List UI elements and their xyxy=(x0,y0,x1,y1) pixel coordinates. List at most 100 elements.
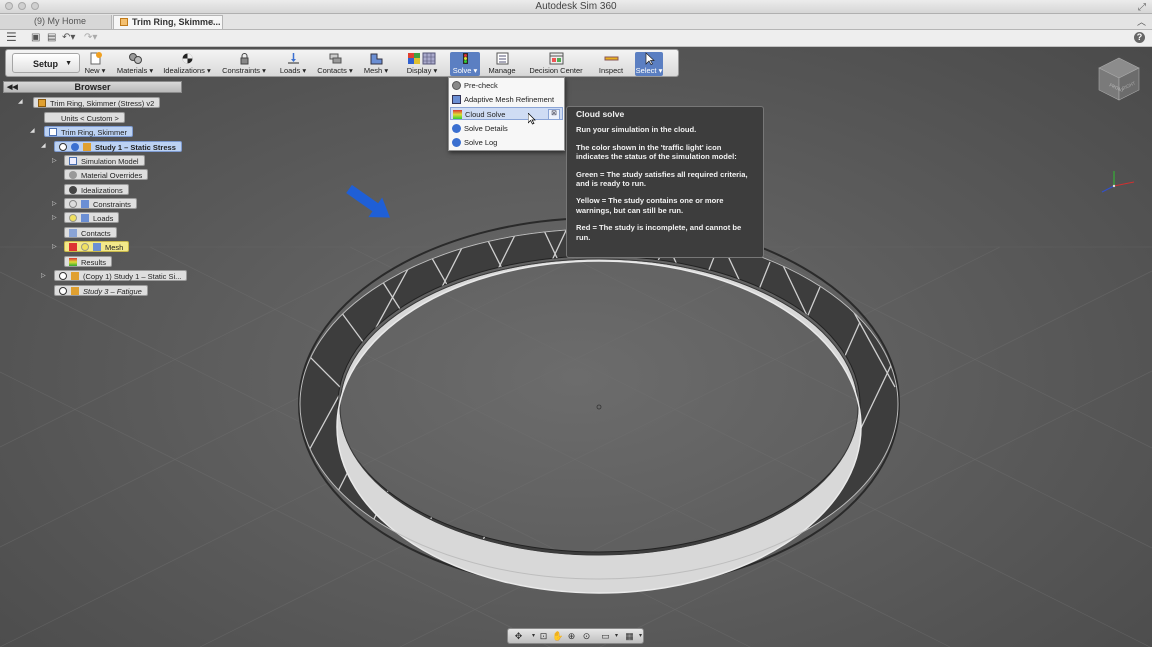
tree-node-material-overrides[interactable]: Material Overrides xyxy=(64,169,149,180)
results-icon xyxy=(69,258,77,266)
loads-button[interactable]: Loads ▾ xyxy=(277,52,309,76)
redo-icon[interactable]: ↷▾ xyxy=(84,32,97,44)
tree-node-loads[interactable]: Loads xyxy=(64,212,120,223)
tab-my-home[interactable]: (9) My Home xyxy=(0,15,112,29)
tree-node-mesh[interactable]: Mesh xyxy=(64,241,130,252)
idealizations-icon xyxy=(69,186,77,194)
decision-center-icon xyxy=(549,52,563,65)
materials-button[interactable]: Materials ▾ xyxy=(114,52,156,76)
inspect-button[interactable]: Inspect xyxy=(595,52,627,76)
tooltip-line: The color shown in the 'traffic light' i… xyxy=(576,142,737,162)
tree-node-constraints[interactable]: Constraints xyxy=(64,198,137,209)
tree-node-study-1[interactable]: Study 1 – Static Stress xyxy=(54,141,182,152)
tree-node-units[interactable]: Units < Custom > xyxy=(44,112,125,123)
save-as-icon[interactable]: ▤ xyxy=(47,32,56,44)
annotation-arrow xyxy=(346,184,391,218)
warning-icon xyxy=(69,243,77,251)
tree-node-study-copy[interactable]: (Copy 1) Study 1 – Static Si... xyxy=(54,270,188,281)
mesh-button[interactable]: Mesh ▾ xyxy=(362,52,390,76)
grid-settings-icon[interactable]: ▦ xyxy=(624,631,635,641)
tree-node-results[interactable]: Results xyxy=(64,256,113,267)
display-button[interactable]: Display ▾ xyxy=(400,52,444,76)
lock-icon xyxy=(240,53,248,65)
status-bulb-icon xyxy=(81,243,89,251)
tree-node-idealizations[interactable]: Idealizations xyxy=(64,184,129,195)
menu-item-adaptive-mesh[interactable]: Adaptive Mesh Refinement xyxy=(450,93,563,106)
expand-toggle-icon[interactable]: ▷ xyxy=(52,200,57,207)
quick-access-toolbar: ☰ ▣ ▤ ↶▾ ↷▾ ? xyxy=(0,30,1152,47)
window-minimize-button[interactable] xyxy=(18,2,26,10)
fullscreen-icon[interactable]: ⤢ xyxy=(1138,1,1146,14)
tree-node-simulation-model[interactable]: Simulation Model xyxy=(64,155,145,166)
tree-node-contacts[interactable]: Contacts xyxy=(64,227,117,238)
expand-toggle-icon[interactable]: ▷ xyxy=(41,272,46,279)
window-close-button[interactable] xyxy=(5,2,13,10)
environment-mode-dropdown[interactable]: Setup ▼ xyxy=(12,53,80,73)
tree-node-design[interactable]: Trim Ring, Skimmer (Stress) v2 xyxy=(33,97,161,108)
expand-toggle-icon[interactable]: ▷ xyxy=(52,243,57,250)
navigation-bar: ✥ ▾ ⊡ ✋ ⊕ ⊙ ▭ ▾ ▦ ▾ xyxy=(507,628,644,644)
menu-item-solve-log[interactable]: Solve Log xyxy=(450,136,563,149)
display-settings-icon[interactable]: ▭ xyxy=(600,631,611,641)
chevron-down-icon[interactable]: ▾ xyxy=(611,631,622,641)
expand-toggle-icon[interactable]: ▷ xyxy=(52,157,57,164)
tree-node-study-3[interactable]: Study 3 – Fatigue xyxy=(54,285,148,296)
tooltip-line: Run your simulation in the cloud. xyxy=(576,125,697,135)
window-zoom-button[interactable] xyxy=(31,2,39,10)
pin-to-ribbon-icon[interactable]: ⊠ xyxy=(548,109,560,120)
traffic-light-icon xyxy=(453,110,462,119)
loads-icon xyxy=(287,53,299,64)
save-icon[interactable]: ▣ xyxy=(31,32,40,44)
fatigue-icon xyxy=(71,287,79,295)
radio-icon xyxy=(59,287,67,295)
menu-item-solve-details[interactable]: Solve Details xyxy=(450,122,563,135)
tab-trim-ring[interactable]: Trim Ring, Skimme... × xyxy=(113,15,223,29)
tab-label: Trim Ring, Skimme... xyxy=(132,17,221,27)
look-at-icon[interactable]: ⊡ xyxy=(538,631,549,641)
decision-center-button[interactable]: Decision Center xyxy=(528,52,584,76)
pan-hand-icon[interactable]: ✋ xyxy=(552,631,563,641)
tab-close-icon[interactable]: × xyxy=(209,16,214,29)
window-title-bar: Autodesk Sim 360 ⤢ xyxy=(0,0,1152,14)
status-bulb-icon xyxy=(69,200,77,208)
browser-title: Browser xyxy=(74,82,111,92)
status-bulb-icon xyxy=(69,214,77,222)
new-button[interactable]: New ▾ xyxy=(81,52,109,76)
tree-node-model[interactable]: Trim Ring, Skimmer xyxy=(44,126,133,137)
zoom-window-icon[interactable]: ⊙ xyxy=(581,631,592,641)
contacts-button[interactable]: Contacts ▾ xyxy=(315,52,355,76)
ribbon-toolbar: Setup ▼ New ▾ Materials ▾ Idealizations … xyxy=(5,49,679,77)
solve-button[interactable]: Solve ▾ xyxy=(450,52,480,76)
tooltip-line: Green = The study satisfies all required… xyxy=(576,169,748,189)
materials-icon xyxy=(128,53,142,64)
orbit-icon[interactable]: ✥ xyxy=(513,631,524,641)
trim-ring-model xyxy=(298,217,900,594)
solve-dropdown-menu: Pre-check Adaptive Mesh Refinement Cloud… xyxy=(448,77,565,151)
help-icon[interactable]: ? xyxy=(1134,32,1145,43)
application-menu-icon[interactable]: ☰ xyxy=(6,31,17,43)
materials-icon xyxy=(69,171,77,179)
menu-item-pre-check[interactable]: Pre-check xyxy=(450,79,563,92)
zoom-icon[interactable]: ⊕ xyxy=(566,631,577,641)
menu-item-cloud-solve[interactable]: Cloud Solve ⊠ xyxy=(450,107,563,120)
chevron-down-icon: ▼ xyxy=(65,60,72,67)
idealizations-icon xyxy=(182,53,192,64)
expand-toggle-icon[interactable]: ◢ xyxy=(30,127,35,134)
undo-icon[interactable]: ↶▾ xyxy=(62,32,75,44)
mesh-icon xyxy=(93,243,101,251)
expand-toggle-icon[interactable]: ◢ xyxy=(41,142,46,149)
tooltip-title: Cloud solve xyxy=(576,109,625,119)
idealizations-button[interactable]: Idealizations ▾ xyxy=(162,52,212,76)
browser-panel-header[interactable]: ◀◀ Browser xyxy=(3,81,182,93)
collapse-panel-icon[interactable]: ◀◀ xyxy=(7,82,18,93)
contacts-icon xyxy=(329,53,341,64)
expand-toggle-icon[interactable]: ▷ xyxy=(52,214,57,221)
chevron-up-icon[interactable]: ︿ xyxy=(1137,15,1146,28)
chevron-down-icon[interactable]: ▾ xyxy=(635,631,646,641)
document-icon xyxy=(120,18,128,26)
manage-button[interactable]: Manage xyxy=(487,52,517,76)
select-button[interactable]: Select ▾ xyxy=(635,52,663,76)
constraints-button[interactable]: Constraints ▾ xyxy=(220,52,268,76)
view-cube[interactable]: FRONT RIGHT xyxy=(1096,56,1142,102)
expand-toggle-icon[interactable]: ◢ xyxy=(18,98,23,105)
